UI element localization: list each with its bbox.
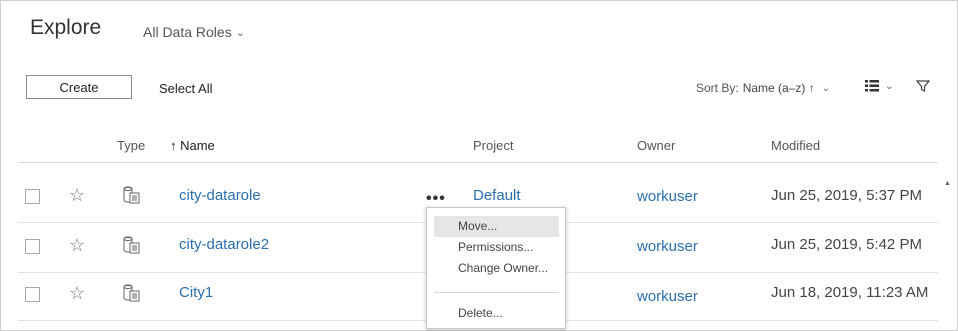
favorite-star-icon[interactable]: ☆ [69, 186, 85, 204]
data-roles-filter-label: All Data Roles [143, 24, 232, 40]
project-link[interactable]: Default [473, 187, 521, 204]
data-role-name-link[interactable]: city-datarole2 [179, 236, 269, 253]
column-header-owner[interactable]: Owner [637, 138, 675, 153]
modified-date: Jun 25, 2019, 5:37 PM [771, 187, 922, 204]
column-header-name[interactable]: ↑ Name [170, 138, 215, 153]
menu-item-permissions[interactable]: Permissions... [434, 237, 559, 258]
sort-control[interactable]: Sort By: Name (a–z) ↑ ⌄ [696, 81, 830, 95]
column-header-type[interactable]: Type [117, 138, 145, 153]
row-checkbox[interactable] [25, 287, 40, 302]
column-header-project[interactable]: Project [473, 138, 513, 153]
data-role-icon [123, 236, 140, 254]
owner-link[interactable]: workuser [637, 238, 698, 255]
filter-icon [915, 80, 931, 92]
data-role-name-link[interactable]: City1 [179, 284, 213, 301]
row-actions-menu: Move... Permissions... Change Owner... D… [426, 207, 566, 329]
filter-button[interactable] [915, 79, 931, 98]
chevron-down-icon: ⌄ [885, 80, 894, 92]
scroll-up-arrow-icon[interactable]: ▲ [944, 180, 951, 187]
list-view-icon [865, 80, 879, 92]
chevron-down-icon: ⌄ [821, 82, 831, 94]
data-roles-filter-dropdown[interactable]: All Data Roles ⌄ [143, 24, 245, 40]
create-button[interactable]: Create [26, 75, 132, 99]
select-all-button[interactable]: Select All [159, 81, 212, 96]
menu-item-move[interactable]: Move... [434, 216, 559, 237]
sort-value[interactable]: Name (a–z) ↑ [743, 81, 815, 95]
favorite-star-icon[interactable]: ☆ [69, 236, 85, 254]
data-role-name-link[interactable]: city-datarole [179, 187, 261, 204]
owner-link[interactable]: workuser [637, 288, 698, 305]
column-header-modified[interactable]: Modified [771, 138, 820, 153]
favorite-star-icon[interactable]: ☆ [69, 284, 85, 302]
menu-item-delete[interactable]: Delete... [434, 303, 559, 324]
data-role-icon [123, 186, 140, 204]
menu-separator [434, 292, 559, 293]
data-role-icon [123, 284, 140, 302]
row-checkbox[interactable] [25, 189, 40, 204]
row-actions-button[interactable]: ••• [426, 190, 446, 208]
row-checkbox[interactable] [25, 239, 40, 254]
sort-by-label: Sort By: [696, 81, 739, 95]
chevron-down-icon: ⌄ [235, 26, 245, 39]
modified-date: Jun 18, 2019, 11:23 AM [771, 284, 929, 301]
menu-item-change-owner[interactable]: Change Owner... [434, 258, 559, 279]
modified-date: Jun 25, 2019, 5:42 PM [771, 236, 922, 253]
vertical-scrollbar[interactable] [944, 163, 954, 328]
page-title: Explore [30, 16, 102, 39]
view-mode-toggle[interactable]: ⌄ [865, 80, 893, 92]
owner-link[interactable]: workuser [637, 188, 698, 205]
header-divider [18, 162, 938, 163]
